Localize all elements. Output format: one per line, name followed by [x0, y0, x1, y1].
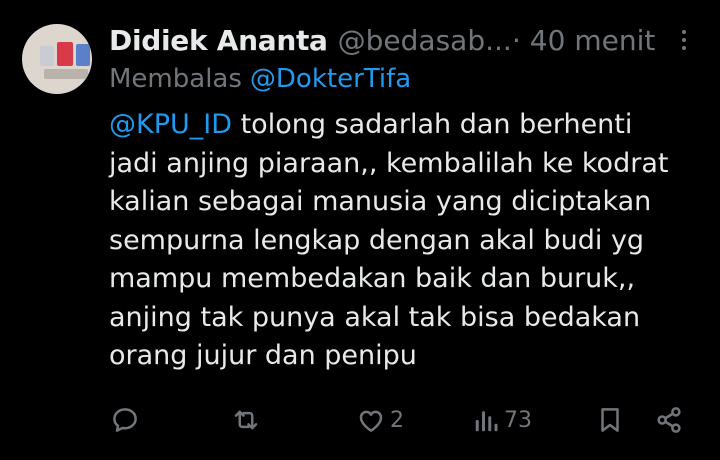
author-name[interactable]: Didiek Ananta: [109, 24, 328, 57]
tweet-text-line: orang jujur dan penipu: [109, 340, 417, 371]
reply-icon: [113, 408, 137, 432]
avatar-image-part: [57, 42, 73, 66]
bookmark-icon: [601, 408, 619, 432]
share-button[interactable]: [654, 398, 684, 442]
views-button[interactable]: 73: [474, 398, 532, 442]
tweet-header: Didiek Ananta @bedasab...: [109, 20, 512, 60]
avatar-image-part: [44, 69, 88, 79]
author-handle[interactable]: @bedasab...: [338, 24, 512, 57]
bookmark-button[interactable]: [597, 398, 623, 442]
avatar-image-part: [40, 46, 54, 66]
reply-to-mention[interactable]: @DokterTifa: [250, 64, 411, 94]
avatar-image-part: [76, 44, 90, 66]
avatar[interactable]: [22, 24, 92, 94]
tweet-text-line: mampu membedakan baik dan buruk,,: [109, 263, 636, 294]
views-count: 73: [504, 407, 532, 433]
reply-context: Membalas @DokterTifa: [109, 60, 411, 98]
tweet[interactable]: Didiek Ananta @bedasab... · 40 menit Mem…: [0, 0, 720, 460]
reply-button[interactable]: [110, 398, 140, 442]
tweet-text-line: jadi anjing piaraan,, kembalilah ke kodr…: [109, 147, 669, 179]
tweet-text-segment: tolong sadarlah dan berhenti: [232, 109, 633, 140]
action-bar: 2 73: [0, 398, 720, 442]
share-icon: [657, 407, 681, 433]
tweet-text-line: sempurna lengkap dengan akal budi yg: [109, 224, 645, 256]
reply-prefix: Membalas: [109, 64, 242, 94]
more-options-icon[interactable]: [676, 26, 692, 54]
tweet-text: @KPU_ID tolong sadarlah dan berhenti jad…: [109, 106, 709, 376]
like-button[interactable]: 2: [356, 398, 404, 442]
retweet-button[interactable]: [230, 398, 262, 442]
tweet-timestamp[interactable]: · 40 menit: [512, 20, 655, 60]
like-count: 2: [390, 407, 404, 433]
tweet-text-line: anjing tak punya akal tak bisa bedakan: [109, 301, 641, 333]
heart-icon: [359, 410, 383, 432]
body-mention[interactable]: @KPU_ID: [109, 109, 232, 140]
tweet-text-line: @KPU_ID tolong sadarlah dan berhenti: [109, 106, 709, 145]
tweet-text-line: kalian sebagai manusia yang diciptakan: [109, 186, 652, 217]
retweet-icon: [234, 410, 258, 430]
views-icon: [475, 411, 498, 432]
